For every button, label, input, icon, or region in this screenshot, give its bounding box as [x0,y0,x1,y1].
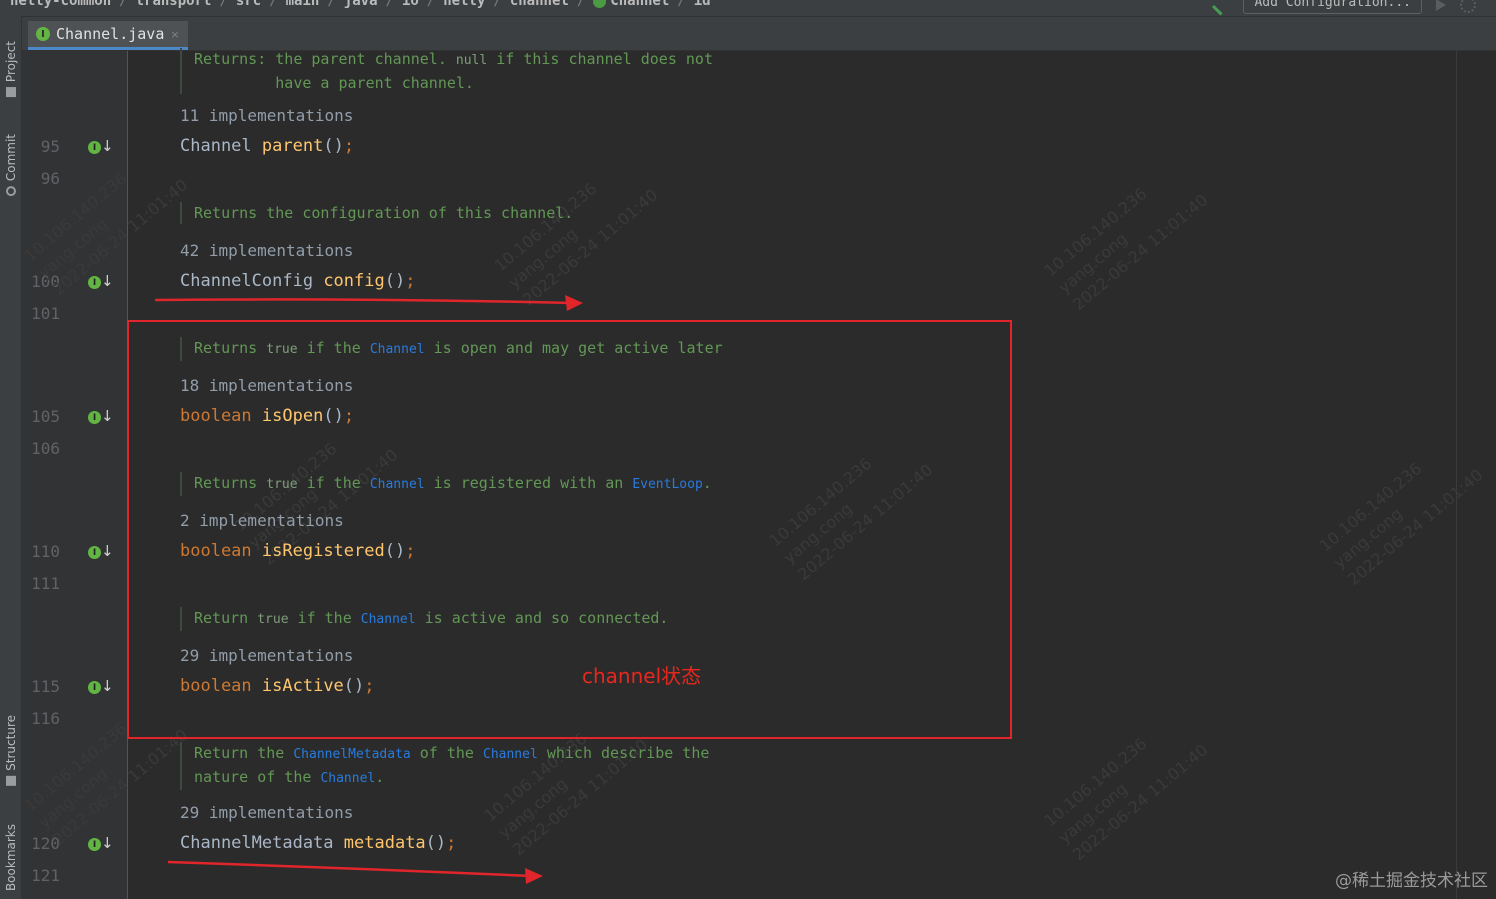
site-watermark: @稀土掘金技术社区 [1335,871,1488,891]
arrow-metadata [167,860,543,884]
annotation-arrows [154,295,583,884]
ide-window: netty-common / transport / src / main / java / io /… [0,0,1496,899]
arrow-config [154,295,583,311]
